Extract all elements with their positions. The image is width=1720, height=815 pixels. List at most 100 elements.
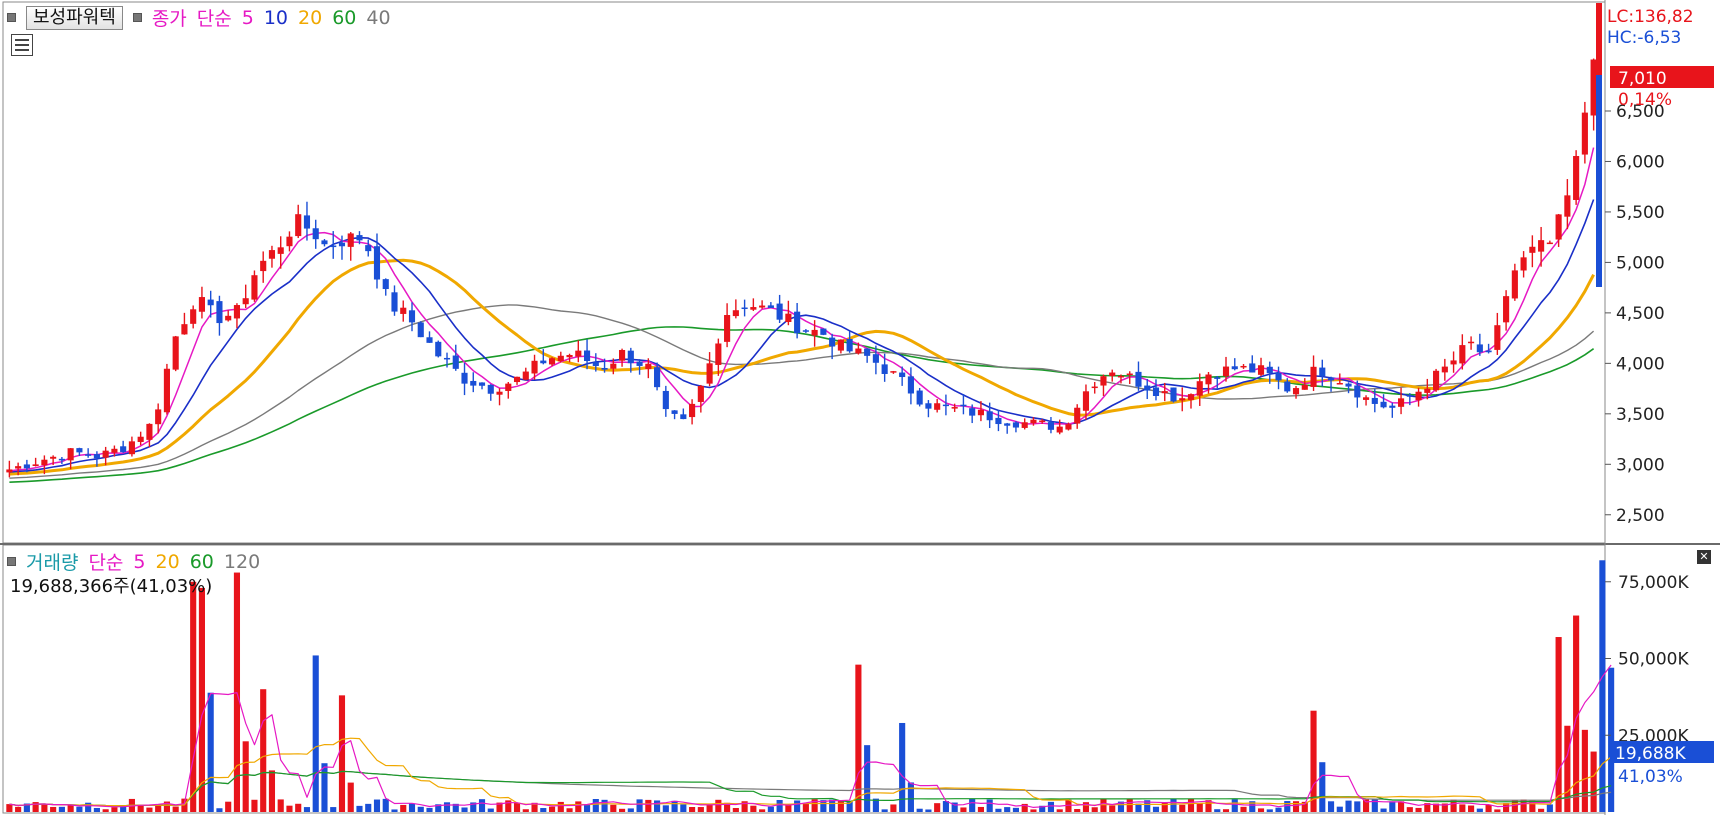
candle-body <box>907 376 914 394</box>
candle-body <box>706 363 713 384</box>
candle-body <box>417 322 424 338</box>
volume-bar <box>732 808 739 812</box>
volume-bar <box>1284 801 1291 812</box>
legend-ma60: 60 <box>332 6 357 29</box>
volume-bar <box>1354 801 1361 812</box>
candle-body <box>1187 394 1195 400</box>
candle-body <box>1336 382 1343 385</box>
candle-body <box>23 464 30 469</box>
volume-bar <box>1275 807 1282 812</box>
candle-body <box>1012 422 1020 428</box>
candle-body <box>1485 350 1492 353</box>
volume-bar <box>1266 809 1273 812</box>
candle-body <box>268 250 276 259</box>
volume-bar <box>268 770 276 812</box>
candle-body <box>338 242 346 247</box>
candle-body <box>242 298 249 305</box>
hc-gauge-bar <box>1596 75 1602 287</box>
price-tick-label: 4,000 <box>1616 354 1665 374</box>
candle-body <box>1214 377 1221 379</box>
candle-body <box>916 390 923 405</box>
close-icon[interactable]: ✕ <box>1697 550 1711 564</box>
volume-legend-ma20: 20 <box>155 550 180 573</box>
stock-name-button[interactable]: 보성파워텍 <box>26 5 123 30</box>
volume-bar <box>759 809 766 812</box>
volume-bar <box>662 805 669 812</box>
candle-body <box>85 454 92 456</box>
volume-bar <box>522 809 529 812</box>
candle-body <box>697 385 704 402</box>
candle-body <box>767 305 774 308</box>
candle-body <box>286 236 293 247</box>
candle-body <box>1161 391 1168 394</box>
candle-body <box>1039 420 1046 423</box>
legend-method-label: 단순 <box>196 8 232 30</box>
volume-info: 19,688,366주(41,03%) <box>10 576 213 597</box>
candle-body <box>137 436 144 442</box>
volume-bar <box>1240 806 1247 812</box>
volume-bar <box>1546 804 1553 812</box>
volume-bar <box>916 808 923 812</box>
price-tick-label: 3,500 <box>1616 405 1665 425</box>
candle-body <box>724 315 731 342</box>
volume-bar <box>1590 751 1597 812</box>
volume-bar <box>794 800 801 812</box>
volume-bar <box>1179 804 1186 812</box>
candle-body <box>155 409 162 425</box>
candle-body <box>111 448 118 453</box>
candle-body <box>1222 366 1230 377</box>
volume-bar <box>627 808 634 812</box>
candle-body <box>557 355 564 362</box>
volume-bar <box>697 807 704 812</box>
candle-body <box>478 382 486 386</box>
candle-body <box>1056 426 1063 433</box>
volume-bar <box>461 807 468 812</box>
candle-body <box>1555 214 1562 240</box>
volume-bar <box>907 782 914 812</box>
volume-bar <box>303 807 311 812</box>
volume-bar <box>1319 762 1326 812</box>
candle-body <box>811 329 818 336</box>
volume-legend-ma120: 120 <box>223 550 261 573</box>
candle-body <box>347 233 354 247</box>
candle-body <box>15 466 22 469</box>
volume-bar <box>1389 801 1396 812</box>
candle-body <box>855 348 862 354</box>
volume-bar <box>969 798 976 812</box>
candle-body <box>1144 385 1151 391</box>
candle-body <box>41 459 48 466</box>
candle-body <box>277 247 284 254</box>
candle-body <box>408 310 416 323</box>
volume-bar <box>1170 798 1177 812</box>
candle-body <box>391 292 398 312</box>
volume-bar <box>750 805 757 812</box>
candle-body <box>172 336 179 370</box>
candle-body <box>794 311 801 334</box>
volume-bar <box>1345 800 1352 812</box>
candle-body <box>829 337 836 347</box>
candle-body <box>1468 341 1475 344</box>
candle-body <box>181 324 188 335</box>
candle-body <box>1249 363 1256 373</box>
volume-bar <box>1327 801 1335 812</box>
candle-body <box>1065 424 1072 430</box>
candle-body <box>225 315 232 321</box>
candle-body <box>732 310 739 317</box>
volume-bar <box>881 809 888 812</box>
candle-body <box>1581 112 1588 155</box>
candle-body <box>689 403 696 418</box>
legend-ma10: 10 <box>263 6 289 29</box>
volume-bar <box>6 804 13 812</box>
volume-bar <box>111 807 118 812</box>
volume-bar <box>829 799 836 812</box>
volume-bar <box>120 806 127 812</box>
candle-body <box>1074 407 1081 424</box>
calculator-icon[interactable] <box>11 34 33 56</box>
candle-body <box>540 360 547 364</box>
price-tick-label: 5,500 <box>1616 203 1665 223</box>
candle-body <box>1397 398 1405 407</box>
candle-body <box>969 408 976 416</box>
volume-bar <box>1459 804 1466 812</box>
volume-tick-label: 75,000K <box>1618 573 1689 593</box>
volume-bar <box>1406 807 1413 812</box>
